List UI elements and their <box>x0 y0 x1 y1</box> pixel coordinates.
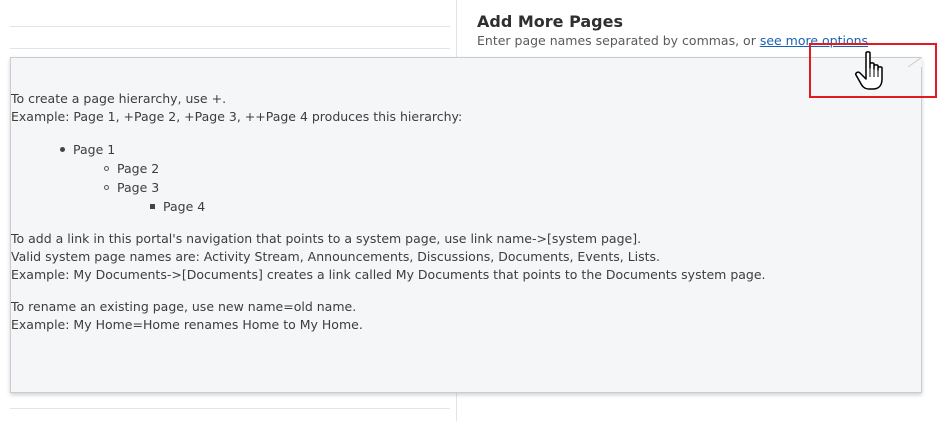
bullet-disc <box>60 147 65 152</box>
link-valid-names: Valid system page names are: Activity St… <box>11 249 661 264</box>
hierarchy-example: Example: Page 1, +Page 2, +Page 3, ++Pag… <box>11 109 463 124</box>
tree-item-label: Page 2 <box>117 161 160 176</box>
background-divider-line <box>10 26 450 27</box>
hand-pointer-icon <box>855 51 883 90</box>
bullet-circle <box>104 166 109 171</box>
section-title: Add More Pages <box>477 12 624 31</box>
background-divider-line <box>10 408 450 409</box>
rename-help: To rename an existing page, use new name… <box>11 298 921 334</box>
background-divider-line <box>10 48 450 49</box>
link-intro: To add a link in this portal's navigatio… <box>11 231 642 246</box>
rename-example: Example: My Home=Home renames Home to My… <box>11 317 363 332</box>
tree-item-label: Page 1 <box>73 142 116 157</box>
tree-item-label: Page 4 <box>163 199 206 214</box>
tree-item-label: Page 3 <box>117 180 160 195</box>
bullet-square <box>150 204 155 209</box>
tree-item: Page 3 <box>11 178 921 197</box>
description-text: Enter page names separated by commas, or <box>477 33 760 48</box>
hierarchy-tree: Page 1 Page 2 Page 3 Page 4 <box>11 140 921 216</box>
link-help: To add a link in this portal's navigatio… <box>11 230 921 284</box>
rename-intro: To rename an existing page, use new name… <box>11 299 357 314</box>
link-example: Example: My Documents->[Documents] creat… <box>11 267 766 282</box>
hierarchy-help: To create a page hierarchy, use +. Examp… <box>11 90 921 126</box>
page: Add More Pages Enter page names separate… <box>0 0 937 421</box>
tree-item: Page 4 <box>11 197 921 216</box>
help-popup: To create a page hierarchy, use +. Examp… <box>10 57 922 393</box>
bullet-circle <box>104 185 109 190</box>
tree-item: Page 1 <box>11 140 921 159</box>
hierarchy-intro: To create a page hierarchy, use +. <box>11 91 227 106</box>
tree-item: Page 2 <box>11 159 921 178</box>
